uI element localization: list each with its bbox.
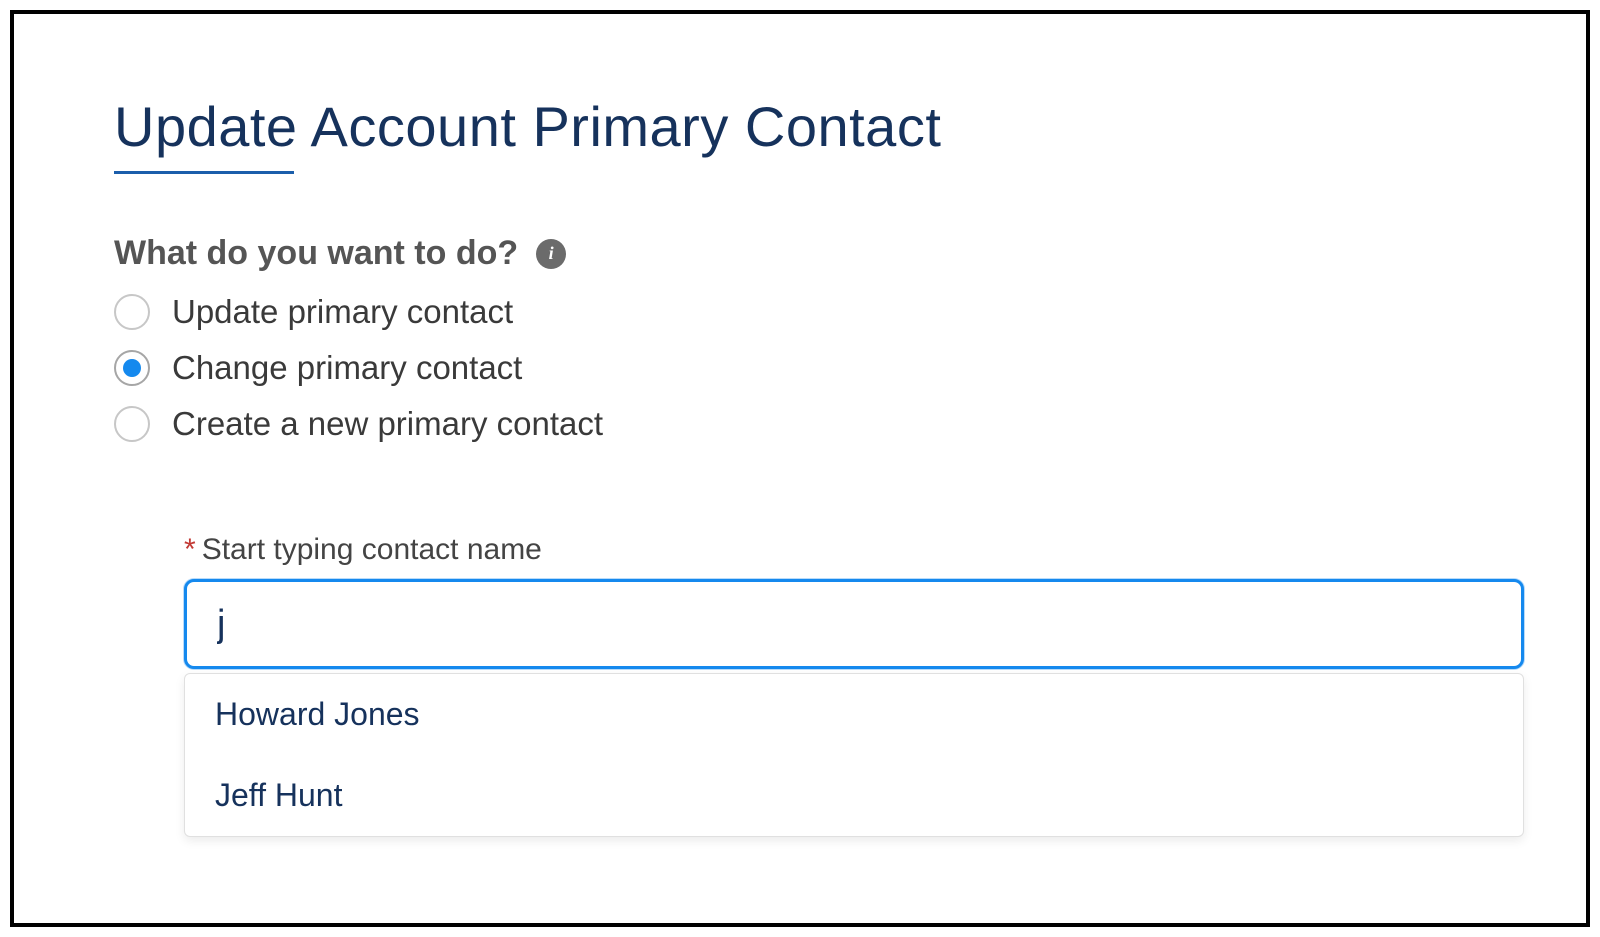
radio-indicator	[114, 350, 150, 386]
radio-update-primary[interactable]: Update primary contact	[114, 293, 1486, 331]
question-row: What do you want to do? i	[114, 234, 1486, 273]
contact-name-input[interactable]	[184, 579, 1524, 669]
radio-change-primary[interactable]: Change primary contact	[114, 349, 1486, 387]
radio-label: Update primary contact	[172, 293, 513, 331]
lookup-label-row: * Start typing contact name	[184, 533, 1524, 567]
radio-indicator	[114, 294, 150, 330]
question-label: What do you want to do?	[114, 234, 518, 273]
required-asterisk: *	[184, 533, 196, 567]
page-title: Update Account Primary Contact	[114, 94, 1486, 159]
radio-label: Change primary contact	[172, 349, 522, 387]
suggestion-dropdown: Howard Jones Jeff Hunt	[184, 673, 1524, 837]
contact-lookup-section: * Start typing contact name Howard Jones…	[184, 533, 1524, 837]
radio-group: Update primary contact Change primary co…	[114, 293, 1486, 443]
radio-label: Create a new primary contact	[172, 405, 603, 443]
radio-indicator	[114, 406, 150, 442]
form-frame: Update Account Primary Contact What do y…	[10, 10, 1590, 927]
lookup-label: Start typing contact name	[202, 533, 542, 567]
info-icon[interactable]: i	[536, 239, 566, 269]
suggestion-item[interactable]: Howard Jones	[185, 674, 1523, 755]
title-underline	[114, 171, 294, 174]
radio-create-new[interactable]: Create a new primary contact	[114, 405, 1486, 443]
suggestion-item[interactable]: Jeff Hunt	[185, 755, 1523, 836]
